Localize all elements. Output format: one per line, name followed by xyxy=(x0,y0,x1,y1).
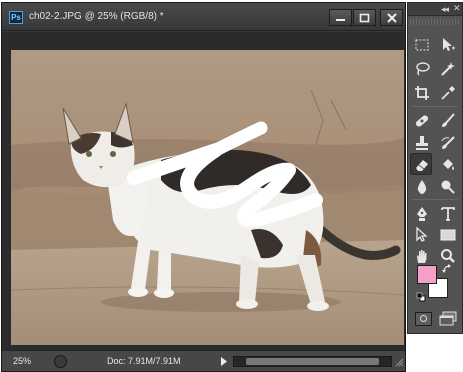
swap-colors-icon[interactable] xyxy=(442,264,452,274)
brush-tool[interactable] xyxy=(437,110,459,132)
eyedropper-tool[interactable] xyxy=(437,82,459,104)
pen-icon xyxy=(417,207,427,221)
document-title: ch02-2.JPG @ 25% (RGB/8) * xyxy=(29,11,164,22)
maximize-button[interactable] xyxy=(353,9,376,26)
tool-separator xyxy=(412,199,458,200)
canvas-area[interactable] xyxy=(2,32,405,350)
paint-bucket-icon xyxy=(443,159,454,170)
clone-stamp-tool[interactable] xyxy=(411,132,433,154)
lasso-tool[interactable] xyxy=(411,58,433,80)
path-selection-icon xyxy=(416,227,428,242)
photoshop-logo-icon: Ps xyxy=(9,11,23,24)
resize-grip-icon[interactable] xyxy=(395,358,404,367)
path-selection-tool[interactable] xyxy=(411,224,433,246)
cat-photo-canvas[interactable] xyxy=(11,50,404,345)
droplet-icon xyxy=(417,180,427,194)
rectangle-tool[interactable] xyxy=(437,224,459,246)
hand-tool[interactable] xyxy=(411,245,433,267)
quick-mask-button[interactable] xyxy=(415,312,432,326)
document-size-info: Doc: 7.91M/7.91M xyxy=(107,356,181,366)
tool-separator xyxy=(412,106,458,107)
magic-wand-icon xyxy=(441,62,455,76)
zoom-level[interactable]: 25% xyxy=(13,356,31,366)
document-window: Ps ch02-2.JPG @ 25% (RGB/8) * 25% Doc: 7… xyxy=(1,2,406,372)
rectangular-marquee-tool[interactable] xyxy=(411,34,433,56)
tools-panel: ◂◂ ✕ xyxy=(407,2,463,334)
default-colors-icon[interactable] xyxy=(416,292,426,302)
panel-grip[interactable] xyxy=(410,19,460,25)
screen-mode-icon[interactable] xyxy=(438,311,458,327)
eraser-icon xyxy=(416,160,428,171)
close-panel-icon[interactable]: ✕ xyxy=(453,3,461,14)
quick-mask-icon xyxy=(420,315,427,322)
rectangle-icon xyxy=(440,229,456,241)
eyedropper-icon xyxy=(441,86,455,100)
pen-tool[interactable] xyxy=(411,203,433,225)
document-titlebar[interactable]: Ps ch02-2.JPG @ 25% (RGB/8) * xyxy=(2,3,405,31)
stamp-icon xyxy=(416,136,428,150)
horizontal-scrollbar[interactable] xyxy=(233,356,392,367)
tools-panel-header[interactable]: ◂◂ ✕ xyxy=(408,3,462,16)
close-icon xyxy=(387,13,397,23)
close-button[interactable] xyxy=(380,9,403,26)
brush-icon xyxy=(442,113,455,127)
move-tool[interactable] xyxy=(437,34,459,56)
maximize-icon xyxy=(359,13,370,23)
history-brush-tool[interactable] xyxy=(437,132,459,154)
status-bar: 25% Doc: 7.91M/7.91M xyxy=(2,350,405,371)
type-tool[interactable] xyxy=(437,203,459,225)
dodge-icon xyxy=(441,180,455,194)
move-icon xyxy=(443,38,455,51)
hand-icon xyxy=(417,250,427,263)
status-info-icon[interactable] xyxy=(54,355,67,368)
spot-healing-brush-tool[interactable] xyxy=(411,110,433,132)
zoom-icon xyxy=(441,249,455,263)
type-icon xyxy=(441,207,455,221)
minimize-button[interactable] xyxy=(329,9,352,26)
status-menu-arrow-icon[interactable] xyxy=(218,355,229,368)
marquee-icon xyxy=(415,39,429,51)
history-brush-icon xyxy=(441,136,455,149)
crop-icon xyxy=(415,86,429,100)
horizontal-scrollbar-thumb[interactable] xyxy=(246,358,379,365)
collapse-panel-icon[interactable]: ◂◂ xyxy=(441,4,449,15)
dodge-tool[interactable] xyxy=(437,176,459,198)
lasso-icon xyxy=(416,62,430,76)
eraser-tool[interactable] xyxy=(410,153,432,175)
bandage-icon xyxy=(415,115,429,127)
crop-tool[interactable] xyxy=(411,82,433,104)
paint-bucket-tool[interactable] xyxy=(437,154,459,176)
blur-tool[interactable] xyxy=(411,176,433,198)
foreground-color-swatch[interactable] xyxy=(417,265,437,284)
minimize-icon xyxy=(336,19,345,21)
quick-selection-tool[interactable] xyxy=(437,58,459,80)
